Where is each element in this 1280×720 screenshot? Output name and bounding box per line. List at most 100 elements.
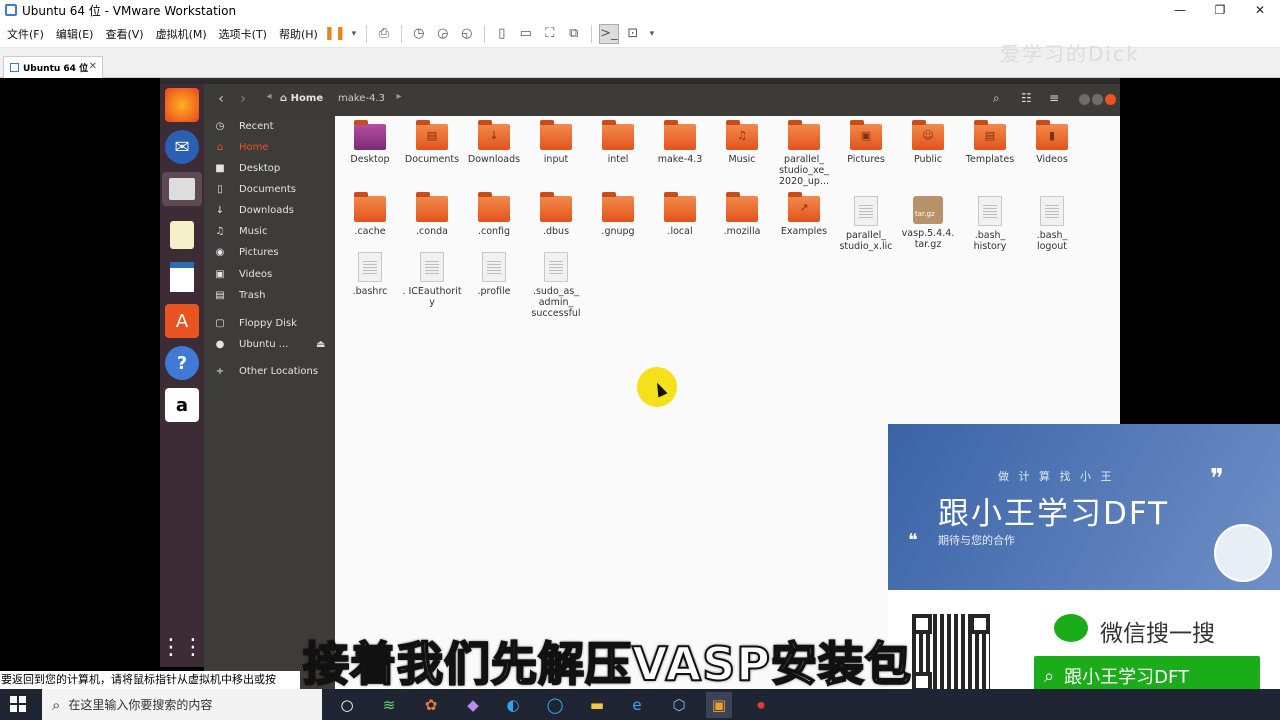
- file-item[interactable]: .cache: [339, 192, 401, 237]
- file-item[interactable]: ▮ Videos: [1021, 120, 1083, 165]
- file-item[interactable]: .bashrc: [339, 252, 401, 297]
- breadcrumb-make[interactable]: make-4.3: [338, 93, 385, 104]
- software-center-icon[interactable]: A: [165, 304, 199, 338]
- edge-icon[interactable]: ◐: [500, 692, 526, 718]
- file-item[interactable]: ♫ Music: [711, 120, 773, 165]
- file-item[interactable]: .gnupg: [587, 192, 649, 237]
- sidebar-item-home[interactable]: ⌂ Home: [204, 137, 335, 157]
- snapshot-manager-icon[interactable]: ◵: [457, 24, 477, 44]
- file-item[interactable]: input: [525, 120, 587, 165]
- file-item[interactable]: .config: [463, 192, 525, 237]
- file-item[interactable]: intel: [587, 120, 649, 165]
- file-item[interactable]: .sudo_as_ admin_ successful: [525, 252, 587, 319]
- close-button[interactable]: ✕: [1240, 0, 1280, 20]
- app-icon[interactable]: ⬡: [666, 692, 692, 718]
- window-minimize-icon[interactable]: [1079, 94, 1090, 105]
- file-item[interactable]: . ICEauthorit y: [401, 252, 463, 308]
- browser-icon[interactable]: ◯: [542, 692, 568, 718]
- sidebar-item-music[interactable]: ♫ Music: [204, 221, 335, 241]
- file-item[interactable]: .mozilla: [711, 192, 773, 237]
- menu-icon[interactable]: ≡: [1049, 91, 1059, 105]
- file-item[interactable]: .profile: [463, 252, 525, 297]
- menu-view[interactable]: 查看(V): [100, 26, 148, 42]
- file-item[interactable]: ▤ Templates: [959, 120, 1021, 165]
- task-view-icon[interactable]: ○: [334, 692, 360, 718]
- stretch-view-icon[interactable]: ⊡: [623, 24, 643, 44]
- file-item[interactable]: .conda: [401, 192, 463, 237]
- search-icon[interactable]: ⌕: [993, 91, 1000, 106]
- maximize-button[interactable]: ❐: [1200, 0, 1240, 20]
- view-options-icon[interactable]: ☷: [1021, 91, 1032, 105]
- menu-vm[interactable]: 虚拟机(M): [151, 26, 212, 42]
- sidebar-item-documents[interactable]: ▯ Documents: [204, 179, 335, 199]
- sidebar-item-ubuntu[interactable]: ● Ubuntu ... ⏏: [204, 334, 335, 354]
- breadcrumb-home[interactable]: ⌂ Home: [280, 93, 323, 104]
- vm-tab-ubuntu[interactable]: Ubuntu 64 位 ✕: [3, 56, 103, 78]
- file-item[interactable]: .local: [649, 192, 711, 237]
- library-view-icon[interactable]: ▯: [492, 24, 512, 44]
- thunderbird-icon[interactable]: ✉: [165, 130, 199, 164]
- send-keys-icon[interactable]: ⎙: [374, 24, 394, 44]
- app-icon[interactable]: ✿: [418, 692, 444, 718]
- sidebar-item-recent[interactable]: ◷ Recent: [204, 116, 335, 136]
- tab-close-icon[interactable]: ✕: [89, 61, 97, 72]
- app-icon[interactable]: ◆: [460, 692, 486, 718]
- path-left-arrow-icon[interactable]: ◂: [260, 91, 278, 109]
- app-icon[interactable]: ≋: [376, 692, 402, 718]
- file-item[interactable]: ▣ Pictures: [835, 120, 897, 165]
- file-item[interactable]: parallel_ studio_x.lic: [835, 196, 897, 252]
- sidebar-item-videos[interactable]: ▣ Videos: [204, 264, 335, 284]
- sidebar-item-trash[interactable]: ▤ Trash: [204, 285, 335, 305]
- sidebar-item-desktop[interactable]: ■ Desktop: [204, 158, 335, 178]
- thumbnail-view-icon[interactable]: ▭: [516, 24, 536, 44]
- pause-dropdown-icon[interactable]: ▾: [349, 24, 359, 44]
- file-item[interactable]: make-4.3: [649, 120, 711, 165]
- fullscreen-icon[interactable]: ⛶: [540, 24, 560, 44]
- sidebar-item-floppy-disk[interactable]: ▢ Floppy Disk: [204, 313, 335, 333]
- revert-snapshot-icon[interactable]: ◶: [433, 24, 453, 44]
- help-icon[interactable]: ?: [165, 346, 199, 380]
- file-item[interactable]: ↗ Examples: [773, 192, 835, 237]
- files-icon[interactable]: [162, 172, 202, 206]
- path-right-arrow-icon[interactable]: ▸: [390, 91, 408, 109]
- snapshot-icon[interactable]: ◷: [409, 24, 429, 44]
- sidebar-item-other-locations[interactable]: + Other Locations: [204, 361, 335, 381]
- rhythmbox-icon[interactable]: [165, 218, 199, 252]
- file-item[interactable]: ↓ Downloads: [463, 120, 525, 165]
- taskbar-search-box[interactable]: ⌕ 在这里输入你要搜索的内容: [42, 689, 322, 720]
- file-item[interactable]: ▤ Documents: [401, 120, 463, 165]
- ie-icon[interactable]: e: [624, 692, 650, 718]
- qr-code-icon[interactable]: [912, 614, 990, 692]
- writer-icon[interactable]: [165, 260, 199, 294]
- minimize-button[interactable]: —: [1160, 0, 1200, 20]
- file-item[interactable]: ☺ Public: [897, 120, 959, 165]
- file-explorer-icon[interactable]: ▬: [584, 692, 610, 718]
- file-item[interactable]: Desktop: [339, 120, 401, 165]
- file-item[interactable]: .bash_ logout: [1021, 196, 1083, 252]
- file-item[interactable]: tar.gz vasp.5.4.4. tar.gz: [897, 196, 959, 250]
- menu-tabs[interactable]: 选项卡(T): [214, 26, 272, 42]
- record-icon[interactable]: ⏺: [748, 692, 774, 718]
- console-view-icon[interactable]: >_: [598, 23, 619, 44]
- sidebar-item-pictures[interactable]: ◉ Pictures: [204, 242, 335, 262]
- view-dropdown-icon[interactable]: ▾: [647, 24, 657, 44]
- amazon-icon[interactable]: a: [165, 388, 199, 422]
- vmware-taskbar-icon[interactable]: ▣: [706, 692, 732, 718]
- show-apps-icon[interactable]: ⋮⋮: [160, 630, 204, 664]
- menu-file[interactable]: 文件(F): [2, 26, 49, 42]
- window-close-icon[interactable]: [1105, 94, 1116, 105]
- file-item[interactable]: parallel_ studio_xe_ 2020_up...: [773, 120, 835, 187]
- menu-help[interactable]: 帮助(H): [274, 26, 323, 42]
- windows-start-icon[interactable]: [10, 696, 26, 712]
- menu-edit[interactable]: 编辑(E): [51, 26, 99, 42]
- file-item[interactable]: .dbus: [525, 192, 587, 237]
- firefox-icon[interactable]: [165, 88, 199, 122]
- eject-icon[interactable]: ⏏: [316, 339, 325, 350]
- file-item[interactable]: .bash_ history: [959, 196, 1021, 252]
- back-button[interactable]: ‹: [212, 91, 230, 109]
- window-maximize-icon[interactable]: [1092, 94, 1103, 105]
- sidebar-item-downloads[interactable]: ↓ Downloads: [204, 200, 335, 220]
- forward-button[interactable]: ›: [234, 91, 252, 109]
- pause-icon[interactable]: ❚❚: [324, 24, 346, 44]
- unity-icon[interactable]: ⧉: [564, 24, 584, 44]
